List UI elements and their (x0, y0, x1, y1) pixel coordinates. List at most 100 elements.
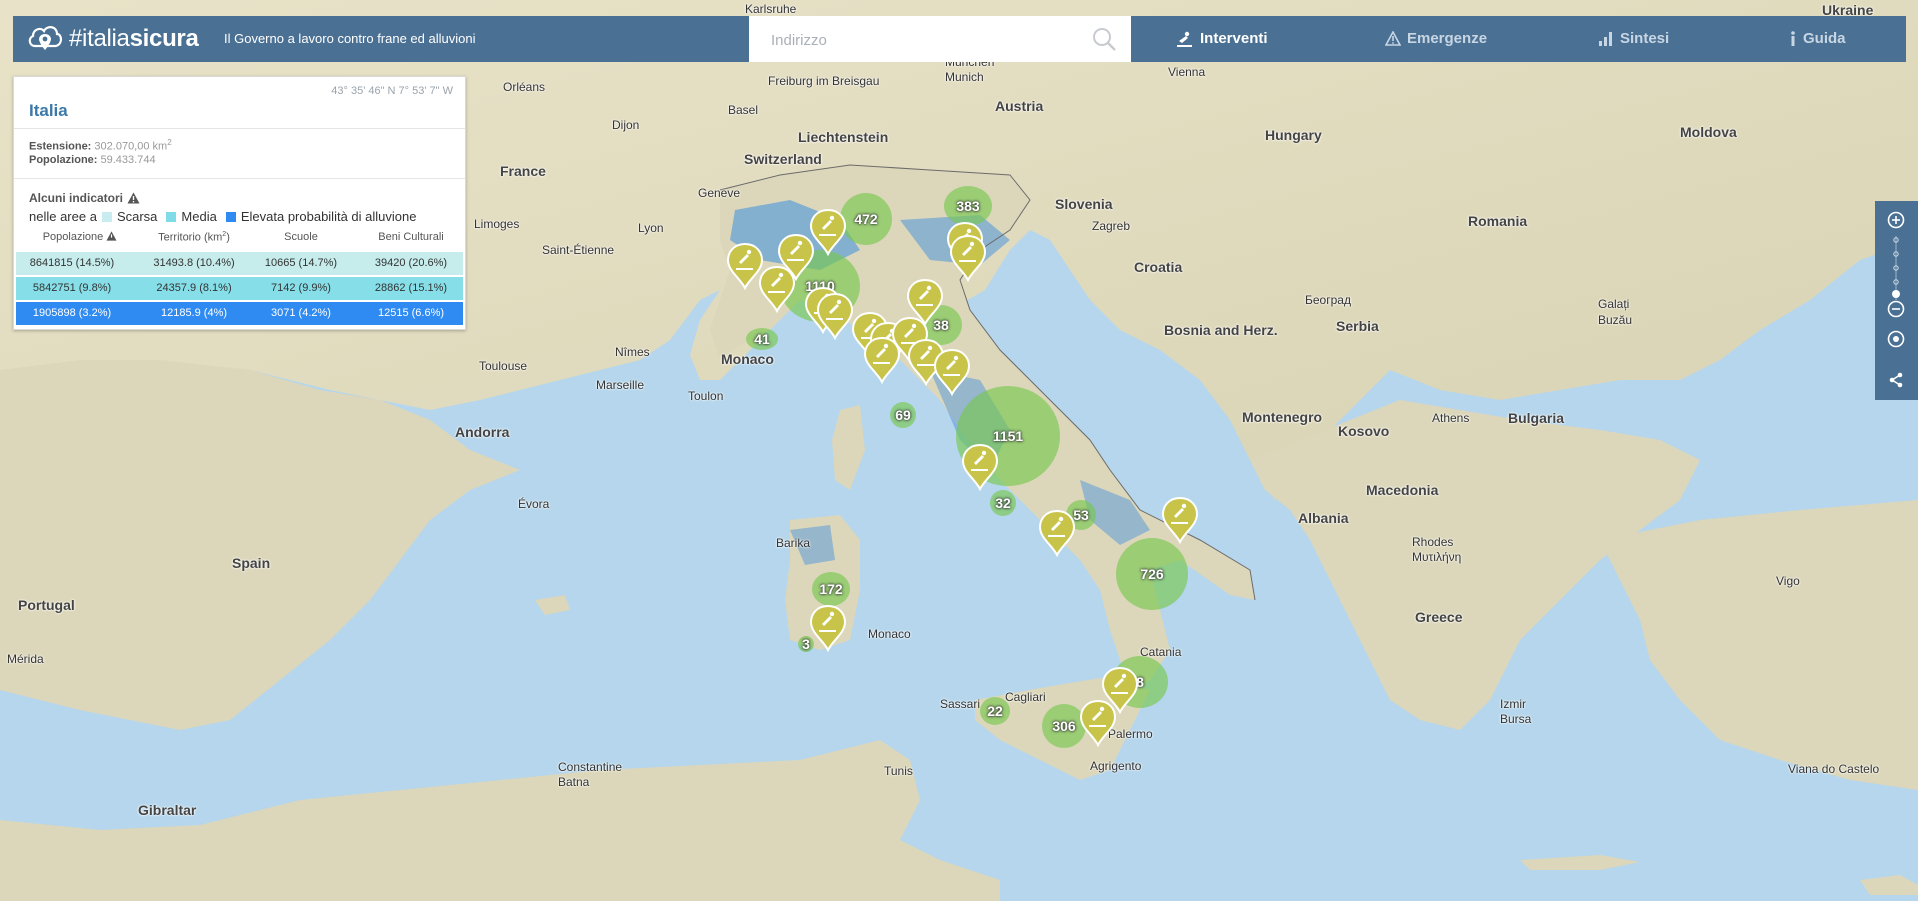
legend-swatch-media (166, 211, 177, 222)
cluster-marker[interactable]: 8 (1112, 656, 1168, 708)
cluster-marker[interactable]: 1110 (780, 250, 860, 322)
map-label-country: Hungary (1265, 127, 1322, 143)
cluster-marker[interactable]: 41 (746, 328, 778, 350)
cloud-pin-icon (28, 26, 63, 50)
map-label-country: France (500, 163, 546, 179)
map-label-city: Athens (1432, 411, 1470, 425)
address-search-input[interactable] (769, 28, 1073, 52)
map-label-country: Albania (1298, 510, 1349, 526)
brand-logo[interactable]: #italiasicura (27, 22, 199, 56)
cluster-marker[interactable]: 32 (990, 490, 1016, 516)
map-label-country: Moldova (1680, 124, 1737, 140)
map-label-country: Gibraltar (138, 802, 197, 818)
col-scuole: Scuole (284, 231, 318, 243)
col-beni-culturali: Beni Culturali (378, 231, 444, 243)
map-label-city: Rhodes (1412, 535, 1454, 549)
map-label-city: Lyon (638, 221, 664, 235)
map-label-country: Spain (232, 555, 271, 571)
cluster-marker[interactable]: 53 (1066, 500, 1096, 530)
map-label-city: Constantine (558, 760, 623, 774)
map-label-country: Greece (1415, 609, 1463, 625)
locate-button[interactable] (1884, 327, 1908, 351)
table-row: 1905898 (3.2%) 12185.9 (4%) 3071 (4.2%) … (16, 302, 463, 325)
map-label-city: Toulouse (479, 359, 528, 373)
cluster-marker[interactable]: 726 (1116, 538, 1188, 610)
map-label-city: Geneve (698, 186, 741, 200)
info-panel: 43° 35' 46" N 7° 53' 7" W Italia Estensi… (13, 76, 466, 330)
info-icon (1791, 31, 1795, 46)
map-label-city: Saint-Étienne (542, 243, 615, 257)
minus-circle-icon (1887, 300, 1905, 318)
map-label-city: Μυτιλήνη (1412, 550, 1462, 564)
cluster-marker[interactable]: 383 (944, 186, 992, 226)
cluster-marker[interactable]: 69 (890, 402, 916, 428)
cluster-marker[interactable]: 38 (920, 305, 962, 345)
tagline: Il Governo a lavoro contro frane ed allu… (224, 31, 476, 46)
plus-circle-icon (1887, 211, 1905, 229)
nav-label: Interventi (1200, 30, 1268, 47)
search-box (749, 16, 1131, 62)
map-label-country: Kosovo (1338, 423, 1390, 439)
warning-icon[interactable] (127, 192, 140, 204)
map-label-city: Cagliari (1005, 690, 1046, 704)
cluster-marker[interactable]: 172 (812, 572, 850, 606)
map-label-country: Liechtenstein (798, 129, 889, 145)
map-label-city: Évora (518, 497, 550, 511)
table-row: 5842751 (9.8%) 24357.9 (8.1%) 7142 (9.9%… (16, 277, 463, 300)
map-label-city: Izmir (1500, 697, 1526, 711)
nav-label: Emergenze (1407, 30, 1488, 47)
map-label-city: Vigo (1776, 574, 1800, 588)
divider (14, 178, 465, 179)
cluster-marker[interactable]: 306 (1042, 704, 1086, 748)
map-label-country: Portugal (18, 597, 75, 613)
divider (14, 128, 465, 129)
cluster-marker[interactable]: 472 (840, 193, 892, 245)
nav-interventi[interactable]: Interventi (1176, 30, 1268, 47)
warning-icon[interactable] (106, 231, 117, 241)
share-button[interactable] (1884, 368, 1908, 392)
nav-emergenze[interactable]: Emergenze (1385, 30, 1487, 47)
map-label-country: Bulgaria (1508, 410, 1565, 426)
col-territorio: Territorio (km2) (158, 231, 230, 244)
map-label-city: Marseille (596, 378, 645, 392)
nav-label: Guida (1803, 30, 1846, 47)
map-label-city: Nîmes (615, 345, 650, 359)
warning-icon (1385, 31, 1401, 46)
bar-chart-icon (1599, 32, 1612, 46)
app-title: #italiasicura (69, 25, 199, 52)
zoom-slider[interactable] (1891, 236, 1901, 300)
map-controls (1875, 201, 1918, 400)
map-label-country: Slovenia (1055, 196, 1113, 212)
col-popolazione: Popolazione (32, 231, 128, 243)
map-label-city: Freiburg im Breisgau (768, 74, 880, 88)
cluster-marker[interactable]: 1151 (956, 386, 1060, 486)
map-label-city: Barika (776, 536, 811, 550)
map-label-country: Andorra (455, 424, 510, 440)
search-icon[interactable] (1091, 26, 1117, 52)
map-label-city: Buzău (1598, 313, 1633, 327)
map-label-city: Galați (1598, 297, 1630, 311)
map-label-city: Viana do Castelo (1788, 762, 1880, 776)
map-label-city: Monaco (868, 627, 911, 641)
coordinates-readout: 43° 35' 46" N 7° 53' 7" W (331, 85, 453, 97)
nav-guida[interactable]: Guida (1789, 30, 1846, 47)
region-title: Italia (29, 101, 68, 120)
map-label-city: Limoges (474, 217, 520, 231)
zoom-in-button[interactable] (1884, 208, 1908, 232)
map-label-city: Batna (558, 775, 590, 789)
cluster-marker[interactable]: 22 (980, 697, 1010, 725)
map-label-country: Serbia (1336, 318, 1379, 334)
map-label-city: Zagreb (1092, 219, 1131, 233)
map-label-city: Toulon (688, 389, 724, 403)
map-label-city: Bursa (1500, 712, 1532, 726)
worker-icon (1177, 31, 1192, 47)
map-label-country: Switzerland (744, 151, 822, 167)
map-label-country: Croatia (1134, 259, 1183, 275)
cluster-marker[interactable]: 3 (798, 636, 814, 652)
map-label-city: Orléans (503, 80, 546, 94)
nav-sintesi[interactable]: Sintesi (1598, 30, 1669, 47)
zoom-out-button[interactable] (1884, 297, 1908, 321)
legend-swatch-elevata (225, 211, 236, 222)
map-label-country: Macedonia (1366, 482, 1439, 498)
map-label-country: Romania (1468, 213, 1528, 229)
